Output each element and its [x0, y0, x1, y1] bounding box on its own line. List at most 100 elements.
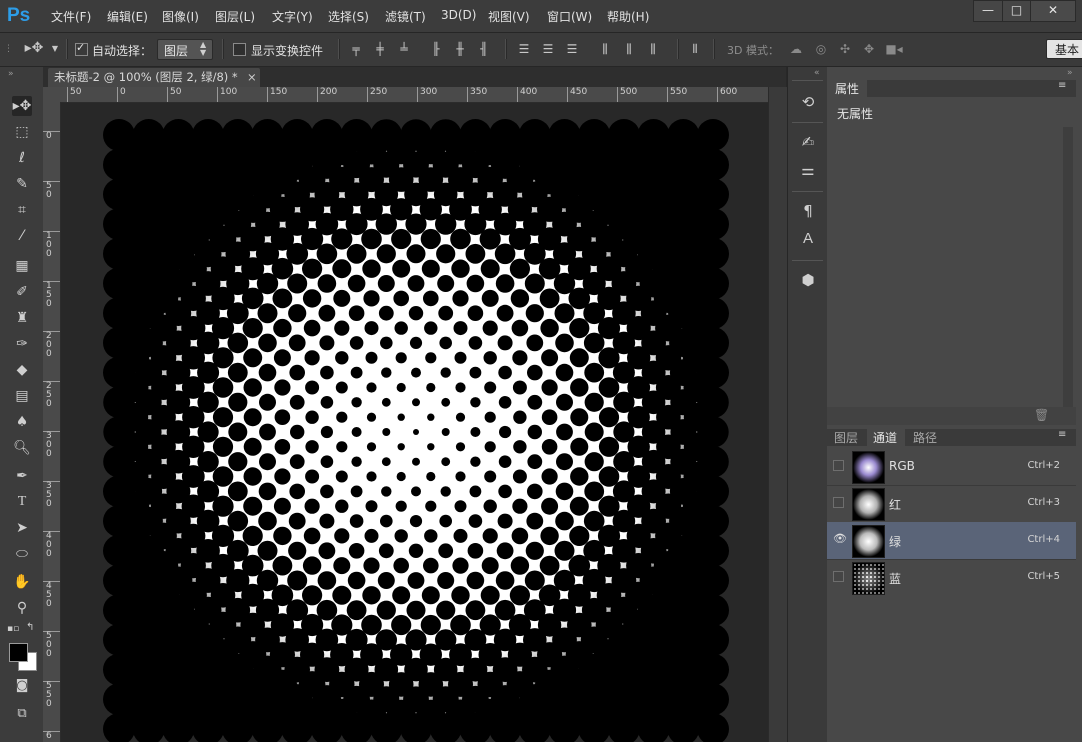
distribute-bottom-icon[interactable]: ☰	[565, 41, 579, 57]
menu-view[interactable]: 视图(V)	[488, 8, 530, 25]
channel-row-blue[interactable]: 蓝 Ctrl+5	[827, 559, 1076, 597]
clone-stamp-tool-icon[interactable]: ♜	[12, 308, 32, 328]
auto-align-icon[interactable]: ⫴	[688, 41, 702, 57]
brush-tool-icon[interactable]: ✐	[12, 282, 32, 302]
distribute-left-icon[interactable]: ⫼	[598, 41, 612, 57]
history-icon[interactable]: ⟲	[797, 91, 819, 113]
canvas-area[interactable]	[61, 103, 768, 742]
eraser-tool-icon[interactable]: ◆	[12, 360, 32, 380]
blur-tool-icon[interactable]: ♠	[12, 412, 32, 432]
tab-paths[interactable]: 路径	[913, 430, 937, 446]
zoom-tool-icon[interactable]: ⚲	[12, 598, 32, 618]
character-icon[interactable]: A	[797, 228, 819, 250]
show-transform-checkbox[interactable]	[233, 43, 246, 56]
panel-menu-icon[interactable]: ≡	[1058, 80, 1066, 91]
eye-icon[interactable]: 👁︎	[833, 533, 847, 545]
trash-icon[interactable]: 🗑︎	[1034, 408, 1049, 422]
properties-scrollbar[interactable]	[1063, 127, 1073, 407]
screen-mode-icon[interactable]: ⧉	[12, 704, 32, 724]
ruler-origin[interactable]	[43, 87, 62, 103]
vertical-ruler[interactable]: 0 5 0 1 0 0 1 5 0 2 0 0 2 5 0 3 0 0 3 5 …	[43, 102, 61, 742]
lasso-tool-icon[interactable]: ℓ	[12, 148, 32, 168]
move-tool-icon[interactable]: ▸✥	[12, 96, 32, 116]
menu-edit[interactable]: 编辑(E)	[107, 8, 148, 25]
3d-pan-icon[interactable]: ✣	[837, 41, 853, 57]
align-left-icon[interactable]: ╟	[429, 41, 443, 57]
pen-tool-icon[interactable]: ✒	[12, 466, 32, 486]
move-tool-preset-icon[interactable]: ▸✥	[22, 40, 46, 56]
hand-tool-icon[interactable]: ✋	[12, 572, 32, 592]
document-tab[interactable]: 未标题-2 @ 100% (图层 2, 绿/8) * ×	[48, 68, 260, 87]
quick-select-tool-icon[interactable]: ✎	[12, 174, 32, 194]
halftone-dot	[405, 213, 427, 235]
3d-icon[interactable]: ⬢	[797, 269, 819, 291]
eyedropper-tool-icon[interactable]: ⁄	[12, 226, 32, 246]
align-right-icon[interactable]: ╢	[477, 41, 491, 57]
tab-channels[interactable]: 通道	[867, 429, 905, 446]
halftone-dot	[494, 243, 516, 265]
align-top-icon[interactable]: ╤	[349, 41, 363, 57]
visibility-toggle[interactable]	[833, 571, 844, 582]
close-window-button[interactable]: ✕	[1030, 0, 1076, 22]
document-canvas[interactable]	[61, 103, 768, 742]
chevron-down-icon[interactable]: ▼	[50, 41, 60, 57]
menu-filter[interactable]: 滤镜(T)	[385, 8, 426, 25]
menu-3d[interactable]: 3D(D)	[441, 8, 476, 22]
3d-roll-icon[interactable]: ◎	[813, 41, 829, 57]
menu-layer[interactable]: 图层(L)	[215, 8, 255, 25]
align-hcenter-icon[interactable]: ╫	[453, 41, 467, 57]
halftone-dot	[351, 456, 362, 467]
history-brush-tool-icon[interactable]: ✑	[12, 334, 32, 354]
gradient-tool-icon[interactable]: ▤	[12, 386, 32, 406]
close-tab-icon[interactable]: ×	[247, 68, 257, 87]
collapse-icon[interactable]: »	[8, 69, 14, 79]
3d-rotate-icon[interactable]: ☁	[788, 41, 804, 57]
visibility-toggle[interactable]	[833, 497, 844, 508]
horizontal-ruler[interactable]: 50 0 50 100 150 200 250 300 350 400 450 …	[61, 87, 768, 103]
3d-scale-icon[interactable]: ■◂	[885, 41, 903, 57]
shape-tool-icon[interactable]: ⬭	[12, 544, 32, 564]
tab-layers[interactable]: 图层	[834, 430, 858, 446]
auto-select-checkbox[interactable]: ✓	[75, 41, 88, 56]
menu-file[interactable]: 文件(F)	[51, 8, 91, 25]
menu-image[interactable]: 图像(I)	[162, 8, 199, 25]
distribute-top-icon[interactable]: ☰	[517, 41, 531, 57]
crop-tool-icon[interactable]: ⌗	[12, 200, 32, 220]
swap-colors-icon[interactable]: ↰	[26, 622, 34, 633]
quick-mask-icon[interactable]: ◙	[12, 676, 32, 696]
marquee-tool-icon[interactable]: ⬚	[12, 122, 32, 142]
menu-type[interactable]: 文字(Y)	[272, 8, 313, 25]
type-tool-icon[interactable]: T	[12, 492, 32, 512]
menu-window[interactable]: 窗口(W)	[547, 8, 592, 25]
menu-select[interactable]: 选择(S)	[328, 8, 369, 25]
distribute-vcenter-icon[interactable]: ☰	[541, 41, 555, 57]
collapse-icon[interactable]: »	[1067, 68, 1073, 78]
brushes-icon[interactable]: ✍	[797, 131, 819, 153]
menu-help[interactable]: 帮助(H)	[607, 8, 649, 25]
auto-select-dropdown[interactable]: 图层 ▲ ▼	[157, 39, 213, 60]
paragraph-icon[interactable]: ¶	[797, 200, 819, 222]
align-vcenter-icon[interactable]: ╪	[373, 41, 387, 57]
channel-row-rgb[interactable]: RGB Ctrl+2	[827, 448, 1076, 486]
channel-row-red[interactable]: 红 Ctrl+3	[827, 485, 1076, 523]
align-bottom-icon[interactable]: ╧	[397, 41, 411, 57]
channel-row-green[interactable]: 👁︎ 绿 Ctrl+4	[827, 522, 1076, 560]
panel-menu-icon[interactable]: ≡	[1058, 429, 1066, 440]
dodge-tool-icon[interactable]: 🔍︎	[12, 438, 32, 458]
adjust-icon[interactable]: ⚌	[797, 159, 819, 181]
workspace-button[interactable]: 基本	[1046, 39, 1082, 59]
default-colors-icon[interactable]: ▪▫	[7, 624, 19, 634]
healing-brush-tool-icon[interactable]: ▦	[12, 256, 32, 276]
distribute-hcenter-icon[interactable]: ⫼	[622, 41, 636, 57]
restore-button[interactable]: □	[1002, 0, 1031, 22]
vertical-scrollbar[interactable]	[768, 87, 787, 742]
properties-tab[interactable]: 属性	[827, 80, 867, 97]
distribute-right-icon[interactable]: ⫼	[646, 41, 660, 57]
channel-name: 蓝	[889, 572, 902, 586]
foreground-color-swatch[interactable]	[9, 643, 28, 662]
3d-slide-icon[interactable]: ✥	[861, 41, 877, 57]
path-select-tool-icon[interactable]: ➤	[12, 518, 32, 538]
collapse-icon[interactable]: «	[814, 68, 820, 78]
minimize-button[interactable]: —	[973, 0, 1003, 22]
visibility-toggle[interactable]	[833, 460, 844, 471]
